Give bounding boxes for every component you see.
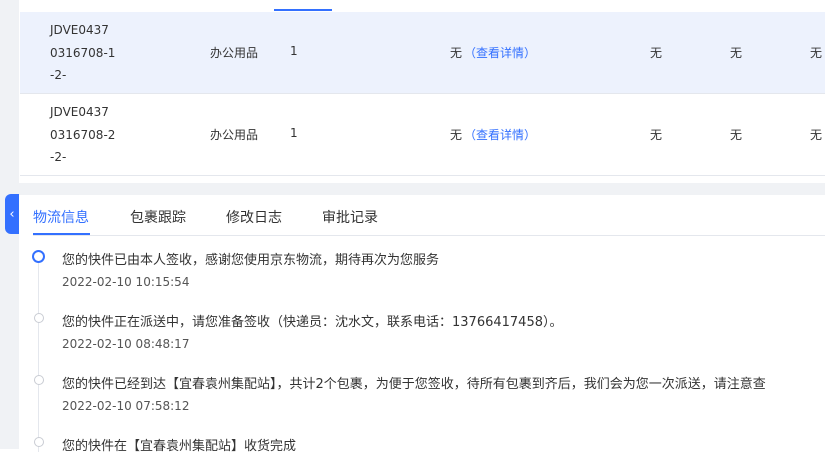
timeline-dot	[34, 313, 44, 323]
quantity-cell: 1	[290, 126, 298, 140]
category-cell: 办公用品	[210, 46, 259, 60]
order-code: JDVE0437 0316708-1 -2-	[50, 23, 116, 82]
timeline-event-text: 您的快件已由本人签收，感谢您使用京东物流，期待再次为您服务	[62, 253, 440, 268]
chevron-left-icon: ‹	[9, 206, 15, 222]
quantity-cell: 1	[290, 44, 298, 58]
remark-cell: 无	[450, 128, 463, 142]
timeline-event-text: 您的快件在【宜春袁州集配站】收货完成	[62, 439, 297, 454]
collapse-sidebar-button[interactable]: ‹	[5, 194, 19, 234]
value-cell-c: 无	[810, 128, 823, 142]
timeline-dot	[34, 375, 44, 385]
timeline-event-time: 2022-02-10 08:48:17	[62, 337, 190, 351]
timeline-event-text: 您的快件正在派送中，请您准备签收（快递员：沈水文，联系电话：1376641745…	[62, 315, 563, 330]
value-cell-b: 无	[730, 128, 743, 142]
category-cell: 办公用品	[210, 128, 259, 142]
timeline-line	[38, 262, 39, 452]
tab-logistics-info[interactable]: 物流信息	[33, 207, 89, 227]
table-row: JDVE0437 0316708-1 -2- 办公用品 1 无 （查看详情） 无…	[20, 12, 825, 94]
value-cell-c: 无	[810, 46, 823, 60]
timeline-event-time: 2022-02-10 10:15:54	[62, 275, 190, 289]
timeline-event-text: 您的快件已经到达【宜春袁州集配站】，共计2个包裹，为便于您签收，待所有包裹到齐后…	[62, 377, 766, 392]
value-cell-a: 无	[650, 46, 663, 60]
top-tab-underline	[274, 9, 332, 11]
tab-change-log[interactable]: 修改日志	[226, 207, 282, 227]
value-cell-a: 无	[650, 128, 663, 142]
view-details-link[interactable]: （查看详情）	[464, 126, 536, 143]
tab-approval-records[interactable]: 审批记录	[322, 207, 378, 227]
table-row: JDVE0437 0316708-2 -2- 办公用品 1 无 （查看详情） 无…	[20, 94, 825, 176]
view-details-link[interactable]: （查看详情）	[464, 44, 536, 61]
order-code: JDVE0437 0316708-2 -2-	[50, 105, 116, 164]
value-cell-b: 无	[730, 46, 743, 60]
timeline-dot-active	[32, 250, 45, 263]
active-tab-underline	[33, 233, 90, 235]
tab-package-tracking[interactable]: 包裹跟踪	[130, 207, 186, 227]
remark-cell: 无	[450, 46, 463, 60]
section-divider	[19, 183, 825, 195]
timeline-dot	[34, 437, 44, 447]
logistics-tabs: 物流信息 包裹跟踪 修改日志 审批记录	[33, 195, 825, 236]
timeline-event-time: 2022-02-10 07:58:12	[62, 399, 190, 413]
